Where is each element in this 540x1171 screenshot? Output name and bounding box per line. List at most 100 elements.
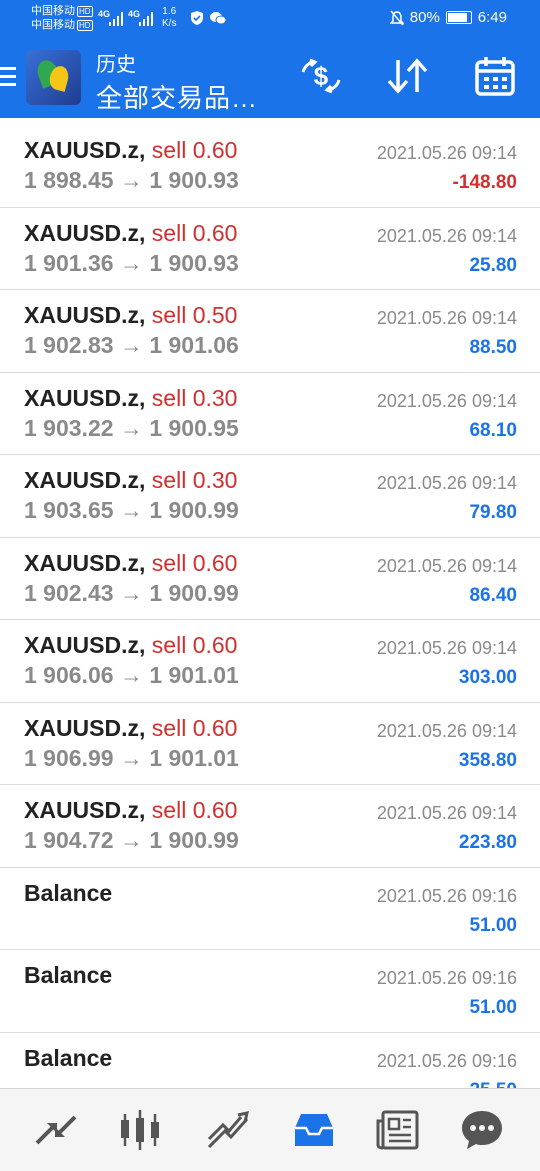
history-row[interactable]: XAUUSD.z, sell 0.60 1 902.43 → 1 900.99 20… bbox=[0, 538, 540, 620]
arrow-icon: → bbox=[119, 744, 143, 771]
open-price: 1 906.99 bbox=[24, 744, 114, 771]
open-price: 1 903.22 bbox=[24, 414, 114, 441]
history-row[interactable]: XAUUSD.z, sell 0.50 1 902.83 → 1 901.06 20… bbox=[0, 290, 540, 373]
history-row[interactable]: XAUUSD.z, sell 0.30 1 903.22 → 1 900.95 20… bbox=[0, 373, 540, 455]
close-price: 1 900.93 bbox=[149, 167, 239, 193]
close-price: 1 901.01 bbox=[149, 744, 239, 771]
symbol: Balance bbox=[24, 962, 113, 988]
close-price: 1 900.99 bbox=[149, 497, 239, 523]
symbol-label: XAUUSD.z, sell 0.60 bbox=[24, 797, 237, 824]
hd-badge-2: HD bbox=[77, 19, 93, 31]
arrow-icon: → bbox=[119, 167, 143, 193]
symbol: XAUUSD.z, bbox=[24, 549, 146, 576]
profit-value: 68.10 bbox=[469, 419, 517, 441]
deal-time: 2021.05.26 09:16 bbox=[376, 1050, 517, 1071]
status-bar: 中国移动 HD 中国移动 HD 4G 4G 1.6 K/s 80% 6:49 bbox=[0, 0, 540, 38]
wechat-icon bbox=[210, 12, 227, 25]
deal-time: 2021.05.26 09:14 bbox=[376, 390, 517, 411]
price-range: 1 906.99 → 1 901.01 bbox=[24, 745, 239, 772]
bottom-navigation bbox=[0, 1088, 540, 1171]
open-price: 1 898.45 bbox=[24, 167, 114, 193]
net-speed: 1.6 K/s bbox=[162, 6, 176, 30]
arrow-icon: → bbox=[119, 414, 143, 441]
price-range: 1 906.06 → 1 901.01 bbox=[24, 662, 239, 689]
deal-time: 2021.05.26 09:14 bbox=[376, 803, 517, 823]
calendar-icon[interactable] bbox=[472, 52, 518, 100]
dollar-exchange-icon[interactable]: $ bbox=[296, 52, 346, 100]
history-row[interactable]: XAUUSD.z, sell 0.30 1 903.65 → 1 900.99 20… bbox=[0, 455, 540, 538]
symbol: Balance bbox=[24, 1044, 113, 1071]
close-price: 1 900.99 bbox=[149, 579, 239, 606]
symbol: XAUUSD.z, bbox=[24, 467, 146, 493]
close-price: 1 901.01 bbox=[149, 662, 239, 688]
signal-icon-1 bbox=[109, 12, 123, 26]
arrow-icon: → bbox=[119, 579, 143, 606]
trade-icon[interactable] bbox=[204, 1106, 252, 1154]
order-side: sell 0.50 bbox=[151, 302, 238, 328]
price-range: 1 903.22 → 1 900.95 bbox=[24, 415, 239, 442]
symbol-label: XAUUSD.z, sell 0.60 bbox=[24, 632, 237, 659]
history-icon[interactable] bbox=[290, 1106, 338, 1154]
history-row[interactable]: XAUUSD.z, sell 0.60 1 901.36 → 1 900.93 20… bbox=[0, 208, 540, 290]
mute-bell-icon bbox=[389, 10, 404, 25]
profit-value: 223.80 bbox=[458, 832, 517, 853]
price-range: 1 902.83 → 1 901.06 bbox=[24, 332, 239, 359]
profit-value: 303.00 bbox=[458, 667, 517, 688]
deal-time: 2021.05.26 09:14 bbox=[376, 555, 517, 576]
order-side: sell 0.60 bbox=[151, 549, 238, 576]
status-right: 80% 6:49 bbox=[389, 9, 507, 26]
history-row[interactable]: XAUUSD.z, sell 0.60 1 906.99 → 1 901.01 20… bbox=[0, 703, 540, 785]
open-price: 1 906.06 bbox=[24, 662, 114, 688]
symbol: XAUUSD.z, bbox=[24, 632, 146, 658]
news-icon[interactable] bbox=[374, 1106, 422, 1154]
close-price: 1 900.93 bbox=[149, 249, 239, 276]
open-price: 1 903.65 bbox=[24, 497, 114, 523]
deal-time: 2021.05.26 09:16 bbox=[376, 968, 517, 988]
hd-badge-1: HD bbox=[77, 5, 93, 17]
arrow-icon: → bbox=[119, 497, 143, 523]
chart-icon[interactable] bbox=[116, 1106, 164, 1154]
order-side: sell 0.30 bbox=[151, 384, 238, 411]
symbol: XAUUSD.z, bbox=[24, 714, 146, 741]
profit-value: 51.00 bbox=[469, 914, 517, 936]
messages-icon[interactable] bbox=[458, 1106, 506, 1154]
carrier-2: 中国移动 bbox=[31, 19, 75, 31]
symbol-label: XAUUSD.z, sell 0.30 bbox=[24, 385, 237, 412]
close-price: 1 900.95 bbox=[149, 414, 239, 441]
symbol-label: Balance bbox=[24, 962, 112, 989]
history-row[interactable]: XAUUSD.z, sell 0.60 1 898.45 → 1 900.93 20… bbox=[0, 125, 540, 208]
deal-time: 2021.05.26 09:14 bbox=[376, 225, 517, 246]
history-row[interactable]: XAUUSD.z, sell 0.60 1 904.72 → 1 900.99 20… bbox=[0, 785, 540, 868]
deal-time: 2021.05.26 09:14 bbox=[376, 143, 517, 163]
open-price: 1 902.43 bbox=[24, 579, 114, 606]
deal-time: 2021.05.26 09:14 bbox=[376, 308, 517, 328]
history-row[interactable]: Balance 2021.05.26 09:16 51.00 bbox=[0, 950, 540, 1033]
app-logo[interactable] bbox=[26, 50, 81, 105]
history-row[interactable]: Balance 2021.05.26 09:16 51.00 bbox=[0, 868, 540, 950]
symbol-label: XAUUSD.z, sell 0.30 bbox=[24, 467, 237, 494]
symbol-label: Balance bbox=[24, 880, 112, 907]
net-speed-unit: K/s bbox=[162, 18, 177, 29]
history-list[interactable]: XAUUSD.z, sell 0.60 1 898.45 → 1 900.93 20… bbox=[0, 125, 540, 1115]
symbol-label: XAUUSD.z, sell 0.60 bbox=[24, 550, 237, 577]
app-toolbar: 历史 全部交易品… $ bbox=[0, 38, 540, 118]
close-price: 1 900.99 bbox=[149, 827, 239, 853]
arrow-icon: → bbox=[119, 827, 143, 853]
profit-value: 88.50 bbox=[469, 337, 517, 358]
deal-time: 2021.05.26 09:16 bbox=[376, 885, 517, 906]
sort-icon[interactable] bbox=[384, 52, 432, 100]
open-price: 1 901.36 bbox=[24, 249, 114, 276]
arrow-icon: → bbox=[119, 249, 143, 276]
deal-time: 2021.05.26 09:14 bbox=[376, 720, 517, 741]
arrow-icon: → bbox=[119, 662, 143, 688]
price-range: 1 902.43 → 1 900.99 bbox=[24, 580, 239, 607]
history-row[interactable]: XAUUSD.z, sell 0.60 1 906.06 → 1 901.01 20… bbox=[0, 620, 540, 703]
symbol-label: XAUUSD.z, sell 0.60 bbox=[24, 715, 237, 742]
deal-time: 2021.05.26 09:14 bbox=[376, 473, 517, 493]
profit-value: 51.00 bbox=[469, 997, 517, 1018]
quotes-icon[interactable] bbox=[32, 1106, 80, 1154]
menu-icon[interactable] bbox=[0, 67, 16, 91]
symbol: XAUUSD.z, bbox=[24, 219, 146, 246]
symbol: XAUUSD.z, bbox=[24, 384, 146, 411]
symbol-filter[interactable]: 全部交易品… bbox=[96, 78, 258, 115]
